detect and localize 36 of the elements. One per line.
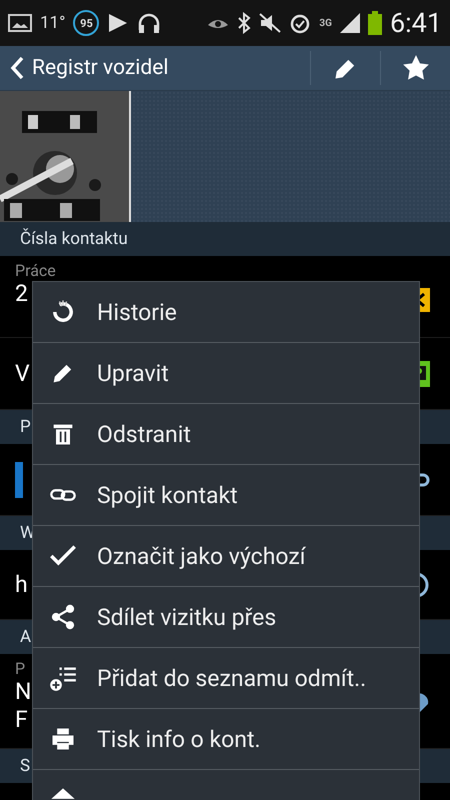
image-icon (8, 13, 32, 33)
clock-text: 6:41 (390, 7, 442, 39)
mute-icon (259, 13, 282, 33)
field-value: h (15, 570, 28, 598)
temperature-text: 11° (40, 13, 66, 33)
menu-item[interactable]: Přidat do seznamu odmít.. (33, 648, 419, 709)
field-value: V (15, 360, 30, 388)
menu-item[interactable]: Odstranit (33, 404, 419, 465)
field-label: Práce (15, 262, 56, 280)
menu-item[interactable]: Historie (33, 282, 419, 343)
menu-item[interactable]: Tisk info o kont. (33, 709, 419, 770)
menu-item-label: Upravit (97, 360, 169, 386)
field-value: 2 (15, 280, 28, 308)
field-value: F (15, 706, 28, 734)
battery-icon (368, 11, 382, 35)
play-icon (107, 12, 130, 34)
network-type-text: 3G (319, 18, 332, 28)
menu-item-label: Historie (97, 298, 177, 326)
menu-item[interactable]: Označit jako výchozí (33, 526, 419, 587)
menu-item[interactable]: Spojit kontakt (33, 465, 419, 526)
star-icon (402, 54, 430, 82)
menu-item-label: Spojit kontakt (97, 482, 238, 508)
field-value: N (15, 678, 32, 706)
app-icon (15, 462, 23, 498)
headphones-icon (137, 12, 162, 34)
notification-badge: 95 (73, 10, 100, 36)
signal-icon (340, 13, 360, 33)
section-header: Čísla kontaktu (0, 222, 450, 256)
menu-item-label: Přidat do seznamu odmít.. (97, 664, 366, 692)
share-icon (49, 603, 77, 631)
bluetooth-icon (237, 12, 252, 34)
field-label: P (15, 660, 26, 678)
menu-item[interactable]: Sdílet vizitku přes (33, 587, 419, 648)
back-icon (10, 56, 24, 80)
alarm-icon (289, 12, 312, 34)
menu-item[interactable]: Upravit (33, 343, 419, 404)
